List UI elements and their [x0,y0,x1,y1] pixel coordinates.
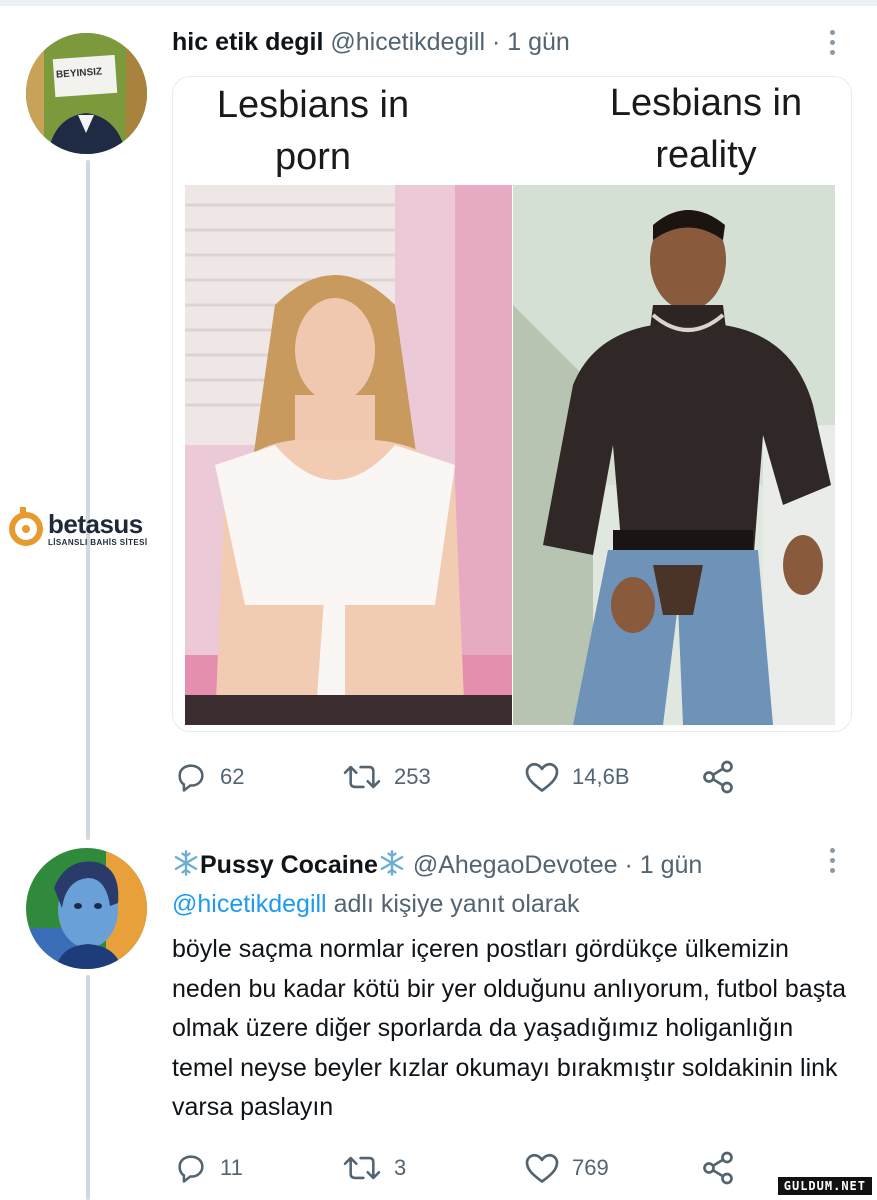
site-watermark: GULDUM.NET [776,1176,873,1196]
like-button[interactable]: 14,6B [524,757,630,797]
timestamp[interactable]: 1 gün [507,28,570,56]
snowflake-icon [174,850,198,876]
meme-image-left [185,185,512,725]
betasus-logo-icon [9,507,43,546]
retweet-count: 253 [394,764,431,789]
meme-image-right [513,185,835,725]
reply-icon [178,1155,204,1183]
like-button[interactable]: 769 [524,1148,609,1188]
top-divider [0,0,877,6]
separator-dot: · [491,28,501,56]
retweet-button[interactable]: 253 [342,757,431,797]
retweet-button[interactable]: 3 [342,1148,406,1188]
share-button[interactable] [700,757,736,797]
like-count: 14,6B [572,764,630,789]
like-count: 769 [572,1155,609,1180]
snowflake-icon [380,850,404,876]
user-handle[interactable]: @AhegaoDevotee [413,851,618,879]
reply-button[interactable]: 11 [174,1148,243,1188]
meme-caption-right: Lesbians in reality [609,82,803,176]
meme-caption-left: Lesbians in porn [216,84,410,178]
reply-context: @hicetikdegill adlı kişiye yanıt olarak [172,890,580,919]
separator-dot: · [624,851,633,879]
thread-line [86,975,90,1200]
share-icon [703,760,733,794]
avatar[interactable] [26,848,147,969]
user-handle[interactable]: @hicetikdegill [330,28,485,56]
heart-icon [525,762,559,792]
tweet-text: böyle saçma normlar içeren postları görd… [172,935,847,1121]
tweet-media[interactable]: Lesbians in porn Lesbians in reality [172,76,852,732]
timestamp[interactable]: 1 gün [640,851,703,879]
reply-count: 62 [220,764,245,789]
tweet-actions: 11 3 769 [172,1148,772,1188]
reply-mention-link[interactable]: @hicetikdegill [172,890,327,918]
reply-context-text: adlı kişiye yanıt olarak [333,890,580,918]
heart-icon [525,1153,559,1183]
share-icon [703,1151,733,1185]
tweet-actions: 62 253 14,6B [172,757,772,797]
more-options-icon[interactable] [827,848,837,878]
retweet-count: 3 [394,1155,407,1180]
betasus-watermark: betasus LİSANSLI BAHİS SİTESİ [8,505,168,551]
betasus-logo-text: betasus [48,509,143,539]
betasus-subtitle: LİSANSLI BAHİS SİTESİ [48,538,148,547]
display-name[interactable]: Pussy Cocaine [200,851,378,879]
reply-button[interactable]: 62 [174,757,244,797]
display-name[interactable]: hic etik degil [172,28,323,56]
thread-line [86,160,90,840]
retweet-icon [343,765,381,789]
reply-icon [178,764,204,792]
tweet-header: Pussy Cocaine @AhegaoDevotee · 1 gün [172,849,702,880]
reply-count: 11 [220,1155,243,1180]
tweet-header: hic etik degil @hicetikdegill · 1 gün [172,28,570,57]
retweet-icon [343,1156,381,1180]
more-options-icon[interactable] [827,30,837,60]
avatar[interactable]: BEYINSIZ [26,33,147,154]
share-button[interactable] [700,1148,736,1188]
